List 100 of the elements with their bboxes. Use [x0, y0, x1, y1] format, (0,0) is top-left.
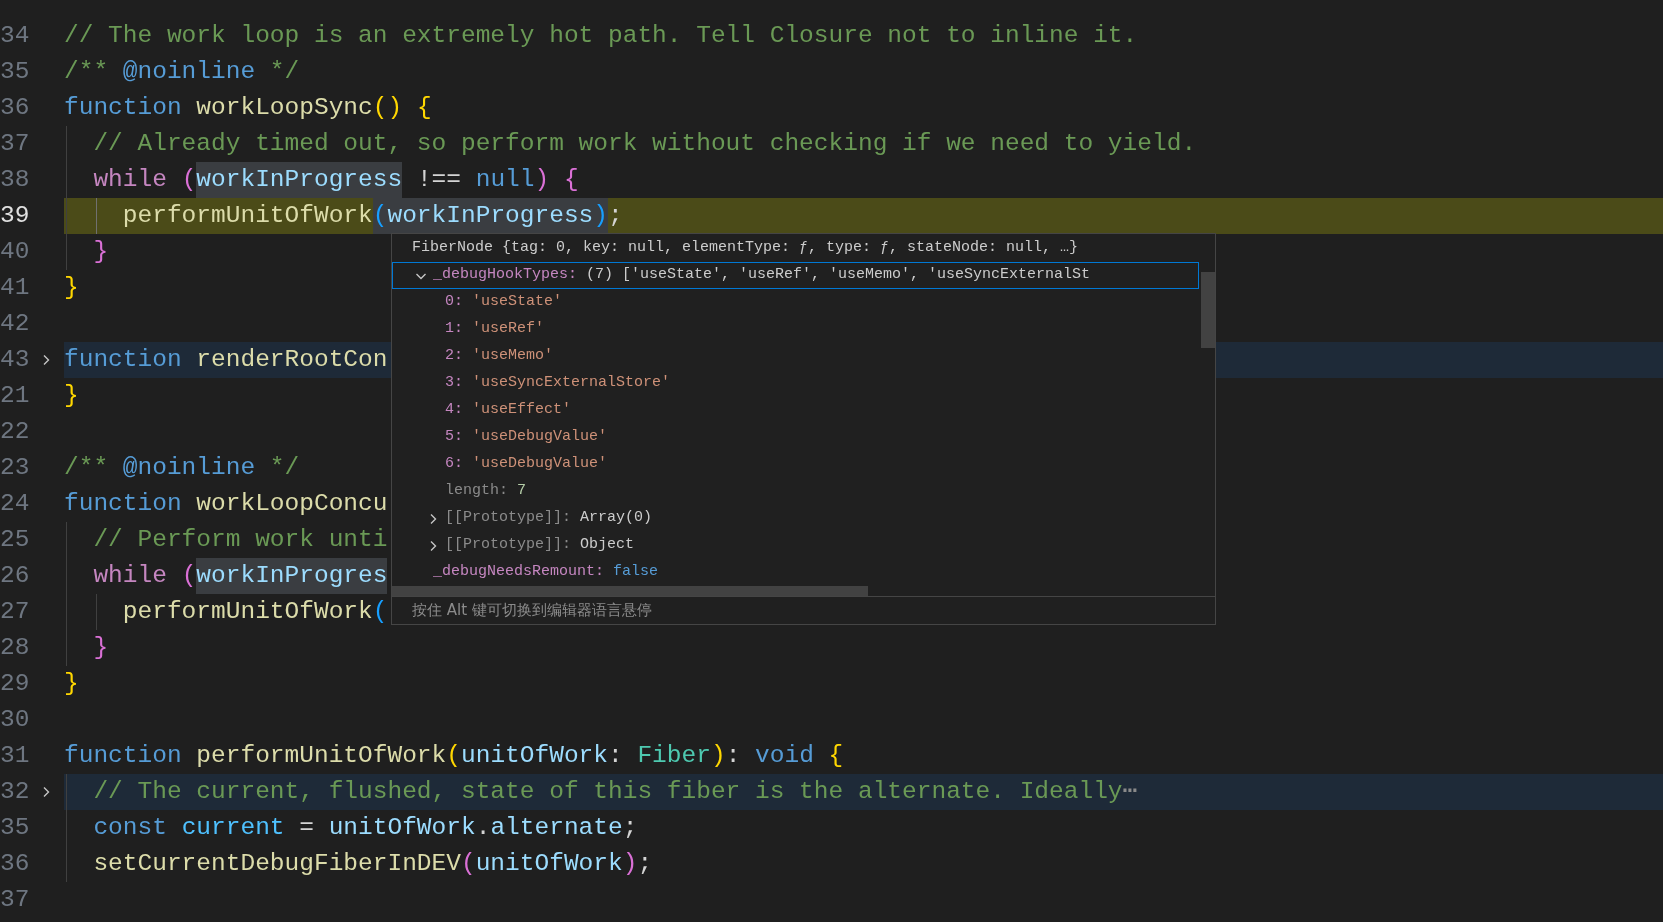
tree-row[interactable]: 6: 'useDebugValue' [392, 451, 1199, 478]
tree-row[interactable]: 0: 'useState' [392, 289, 1199, 316]
code-token: unitOfWork [461, 740, 608, 771]
code-token: } [64, 272, 79, 303]
line-number: 26 [0, 560, 28, 591]
code-token: } [64, 380, 79, 411]
code-token: () [372, 92, 403, 123]
code-token: ( [181, 164, 197, 195]
line-number: 43 [0, 344, 28, 375]
line-number: 39 [0, 200, 28, 231]
property-key: _debugNeedsRemount: [433, 561, 605, 584]
property-value: (7) ['useState', 'useRef', 'useMemo', 'useSyncExternalSt [586, 265, 1091, 286]
code-token: @noinline [122, 56, 256, 87]
property-value: 'useMemo' [472, 346, 554, 367]
code-token: = [299, 812, 314, 843]
line-number: 36 [0, 848, 28, 879]
code-comment: // Already timed out, so perform work without checking if we need to yield. [93, 128, 1197, 159]
line-number: 35 [0, 812, 28, 843]
code-token: ( [372, 197, 388, 235]
code-token: } [93, 632, 109, 663]
code-token: while [93, 164, 167, 195]
property-key: [[Prototype]]: [445, 534, 572, 557]
property-key: 1: [445, 318, 463, 341]
code-token: setCurrentDebugFiberInDEV [93, 848, 461, 879]
line-number: 28 [0, 632, 28, 663]
code-comment: /** [64, 452, 110, 483]
property-value: false [613, 562, 659, 583]
code-token: function [64, 92, 182, 123]
vertical-scrollbar[interactable] [1201, 272, 1215, 348]
property-value: Object [580, 535, 635, 556]
code-token: function [64, 740, 182, 771]
hover-hint: 按住 Alt 键可切换到编辑器语言悬停 [412, 600, 652, 622]
line-number: 37 [0, 128, 28, 159]
code-token: current [181, 812, 285, 843]
line-number: 36 [0, 92, 28, 123]
code-token: performUnitOfWork [122, 596, 373, 627]
tree-row[interactable]: 2: 'useMemo' [392, 343, 1199, 370]
tree-row[interactable]: _debugHookTypes: (7) ['useState', 'useRef', 'useMemo', 'useSyncExternalSt [392, 262, 1199, 289]
code-token: : [608, 740, 623, 771]
code-token: } [64, 668, 79, 699]
tree-row[interactable]: 3: 'useSyncExternalStore' [392, 370, 1199, 397]
code-token: Fiber [637, 740, 711, 771]
code-token: workLoopConcu [196, 488, 388, 519]
code-token: ; [608, 200, 623, 231]
property-key: 2: [445, 345, 463, 368]
line-number: 34 [0, 20, 28, 51]
tree-row[interactable]: 4: 'useEffect' [392, 397, 1199, 424]
hover-header: FiberNode {tag: 0, key: null, elementType: ƒ, type: ƒ, stateNode: null, …} [411, 237, 1080, 258]
line-number: 24 [0, 488, 28, 519]
line-number: 41 [0, 272, 28, 303]
horizontal-scrollbar[interactable] [392, 586, 868, 596]
code-token: renderRootCon [196, 344, 388, 375]
line-number: 40 [0, 236, 28, 267]
property-key: length: [445, 480, 508, 503]
line-number: 22 [0, 416, 28, 447]
tree-row[interactable]: 5: 'useDebugValue' [392, 424, 1199, 451]
line-number: 21 [0, 380, 28, 411]
property-key: _debugHookTypes: [433, 264, 578, 287]
line-number: 42 [0, 308, 28, 339]
line-number: 29 [0, 668, 28, 699]
code-token: workInProgress [387, 197, 594, 235]
line-number: 31 [0, 740, 28, 771]
code-token: ) [534, 164, 550, 195]
code-token: void [755, 740, 814, 771]
line-number: 25 [0, 524, 28, 555]
code-token: workInProgres [196, 557, 388, 595]
property-key: [[Prototype]]: [445, 507, 572, 530]
property-key: 3: [445, 372, 463, 395]
code-token: const [93, 812, 167, 843]
property-value: 'useEffect' [472, 400, 572, 421]
code-comment: // The current, flushed, state of this fiber is the alternate. Ideally [93, 776, 1123, 807]
code-token: ( [446, 740, 461, 771]
code-token: unitOfWork [328, 812, 476, 843]
code-token: alternate [490, 812, 623, 843]
line-number: 32 [0, 776, 28, 807]
tree-row[interactable]: [[Prototype]]: Array(0) [392, 505, 1199, 532]
line-number: 35 [0, 56, 28, 87]
code-token: null [475, 164, 535, 195]
code-token: ( [460, 848, 476, 879]
line-number: 38 [0, 164, 28, 195]
code-token: performUnitOfWork [122, 200, 373, 231]
tree-row[interactable]: length: 7 [392, 478, 1199, 505]
code-token: ( [372, 596, 388, 627]
code-token: !== [416, 164, 461, 195]
code-token: workInProgress [196, 161, 403, 199]
code-token: . [475, 812, 491, 843]
property-value: 'useSyncExternalStore' [472, 373, 671, 394]
tree-row[interactable]: [[Prototype]]: Object [392, 532, 1199, 559]
code-token: ) [593, 197, 608, 235]
property-key: 5: [445, 426, 463, 449]
line-number: 37 [0, 884, 28, 915]
code-token: } [93, 236, 109, 267]
tree-row[interactable]: 1: 'useRef' [392, 316, 1199, 343]
tree-row[interactable]: _debugNeedsRemount: false [392, 559, 1199, 586]
code-token: ) [622, 848, 638, 879]
property-key: 0: [445, 291, 463, 314]
code-token: @noinline [122, 452, 256, 483]
property-value: 'useDebugValue' [472, 427, 608, 448]
property-value: 'useRef' [472, 319, 545, 340]
property-value: 'useDebugValue' [472, 454, 608, 475]
